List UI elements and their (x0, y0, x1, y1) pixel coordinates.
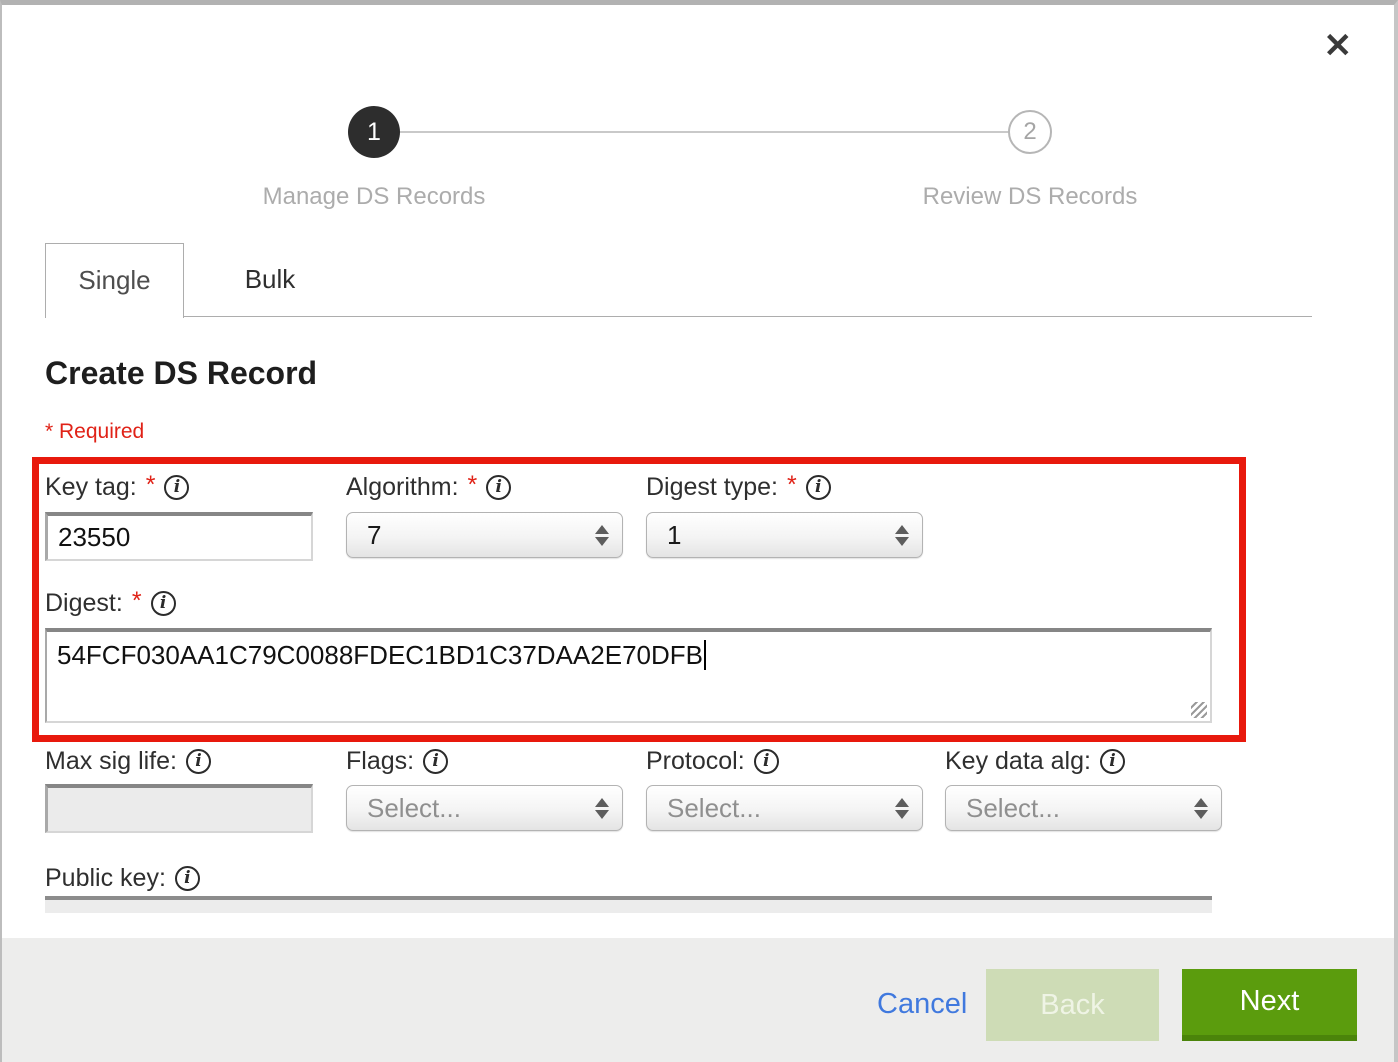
stepper-step-2-label: Review DS Records (870, 183, 1190, 211)
max-sig-life-label-text: Max sig life: (45, 747, 177, 776)
protocol-label: Protocol: i (646, 747, 779, 776)
stepper-step-2-circle: 2 (1008, 110, 1052, 154)
key-tag-label: Key tag: * i (45, 473, 189, 502)
select-stepper-arrows-icon (582, 798, 622, 819)
digest-label-text: Digest: (45, 589, 123, 618)
back-button[interactable]: Back (986, 969, 1159, 1041)
tab-bar: Single Bulk (45, 243, 1312, 317)
modal-footer: Cancel Back Next (2, 938, 1394, 1062)
protocol-select[interactable]: Select... (646, 785, 923, 831)
public-key-textarea[interactable] (45, 896, 1212, 913)
flags-select[interactable]: Select... (346, 785, 623, 831)
algorithm-select[interactable]: 7 (346, 512, 623, 558)
next-button[interactable]: Next (1182, 969, 1357, 1041)
digest-textarea[interactable]: 54FCF030AA1C79C0088FDEC1BD1C37DAA2E70DFB (45, 628, 1212, 723)
select-stepper-arrows-icon (1181, 798, 1221, 819)
cancel-button[interactable]: Cancel (877, 988, 967, 1021)
info-icon[interactable]: i (186, 749, 211, 774)
info-icon[interactable]: i (164, 475, 189, 500)
public-key-label: Public key: i (45, 864, 200, 893)
algorithm-label-text: Algorithm: (346, 473, 459, 502)
digest-label: Digest: * i (45, 589, 176, 618)
flags-label: Flags: i (346, 747, 448, 776)
info-icon[interactable]: i (423, 749, 448, 774)
digest-type-select-value: 1 (647, 520, 882, 551)
max-sig-life-label: Max sig life: i (45, 747, 211, 776)
flags-select-value: Select... (347, 793, 582, 824)
page-title: Create DS Record (45, 355, 317, 392)
select-stepper-arrows-icon (882, 525, 922, 546)
resize-handle-icon[interactable] (1191, 702, 1207, 718)
create-ds-record-modal: ✕ 1 2 Manage DS Records Review DS Record… (0, 0, 1398, 1062)
info-icon[interactable]: i (806, 475, 831, 500)
digest-type-select[interactable]: 1 (646, 512, 923, 558)
key-data-alg-select-value: Select... (946, 793, 1181, 824)
protocol-label-text: Protocol: (646, 747, 745, 776)
key-data-alg-label-text: Key data alg: (945, 747, 1091, 776)
required-asterisk: * (468, 471, 478, 500)
stepper-step-1-circle: 1 (348, 106, 400, 158)
close-icon[interactable]: ✕ (1324, 29, 1353, 63)
digest-type-label: Digest type: * i (646, 473, 831, 502)
key-tag-label-text: Key tag: (45, 473, 137, 502)
required-asterisk: * (787, 471, 797, 500)
flags-label-text: Flags: (346, 747, 414, 776)
max-sig-life-input[interactable] (45, 784, 313, 833)
tab-bulk[interactable]: Bulk (205, 243, 335, 317)
info-icon[interactable]: i (175, 866, 200, 891)
digest-value: 54FCF030AA1C79C0088FDEC1BD1C37DAA2E70DFB (57, 640, 703, 670)
info-icon[interactable]: i (754, 749, 779, 774)
key-data-alg-select[interactable]: Select... (945, 785, 1222, 831)
info-icon[interactable]: i (486, 475, 511, 500)
stepper-step-1-label: Manage DS Records (214, 183, 534, 211)
required-asterisk: * (132, 587, 142, 616)
digest-type-label-text: Digest type: (646, 473, 778, 502)
stepper-connector-line (374, 131, 1030, 133)
required-note: * Required (45, 420, 144, 444)
required-asterisk: * (146, 471, 156, 500)
protocol-select-value: Select... (647, 793, 882, 824)
select-stepper-arrows-icon (882, 798, 922, 819)
info-icon[interactable]: i (151, 591, 176, 616)
public-key-label-text: Public key: (45, 864, 166, 893)
algorithm-select-value: 7 (347, 520, 582, 551)
tab-single[interactable]: Single (45, 243, 184, 318)
key-tag-input[interactable] (45, 512, 313, 561)
algorithm-label: Algorithm: * i (346, 473, 511, 502)
select-stepper-arrows-icon (582, 525, 622, 546)
info-icon[interactable]: i (1100, 749, 1125, 774)
text-cursor (704, 640, 706, 670)
key-data-alg-label: Key data alg: i (945, 747, 1125, 776)
